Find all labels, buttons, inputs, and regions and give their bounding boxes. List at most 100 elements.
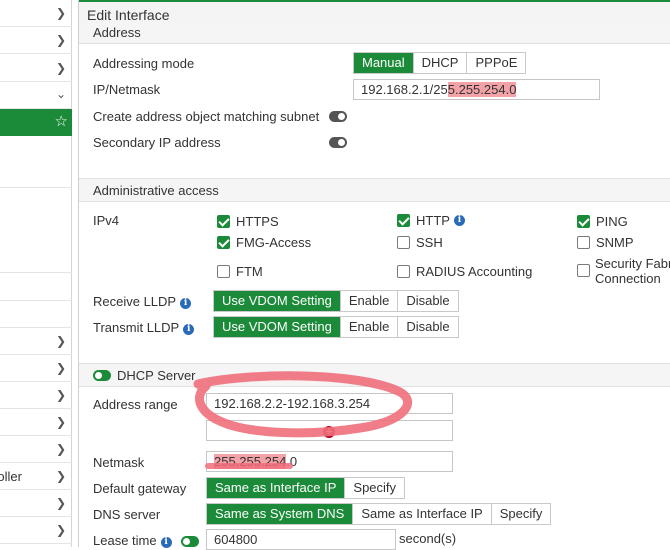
info-icon[interactable]: i [453, 215, 465, 226]
ssh-label: SSH [416, 235, 443, 250]
http-checkbox[interactable] [397, 214, 410, 227]
chevron-right-icon: ❯ [55, 6, 66, 20]
dns-specify-button[interactable]: Specify [491, 504, 551, 524]
add-range-icon[interactable]: + [323, 426, 335, 438]
dns-same-as-system-button[interactable]: Same as System DNS [207, 504, 354, 524]
chevron-right-icon: ❯ [55, 415, 66, 429]
secondary-ip-label: Secondary IP address [93, 135, 221, 150]
ping-label: PING [596, 214, 628, 229]
sidebar-item[interactable]: ⌄ [0, 82, 72, 109]
mode-manual-button[interactable]: Manual [354, 53, 414, 73]
netmask-value: .0 [286, 454, 298, 469]
lease-time-value: 604800 [214, 532, 258, 547]
https-checkbox-row[interactable]: HTTPS [217, 214, 279, 229]
mode-dhcp-button[interactable]: DHCP [413, 53, 468, 73]
ftm-checkbox[interactable] [217, 265, 230, 278]
sidebar-item-label: oller [0, 469, 22, 484]
ping-checkbox[interactable] [577, 215, 590, 228]
star-icon[interactable]: ☆ [55, 112, 68, 130]
snmp-checkbox-row[interactable]: SNMP [577, 235, 634, 250]
ssh-checkbox-row[interactable]: SSH [397, 235, 443, 250]
ssh-checkbox[interactable] [397, 236, 410, 249]
addressing-mode-label: Addressing mode [93, 56, 195, 71]
security-fabric-checkbox-row[interactable] [577, 264, 596, 277]
transmit-lldp-vdom-button[interactable]: Use VDOM Setting [214, 317, 341, 337]
sidebar-item[interactable] [0, 188, 72, 273]
radius-accounting-checkbox-row[interactable]: RADIUS Accounting [397, 264, 532, 279]
mode-pppoe-button[interactable]: PPPoE [467, 53, 526, 73]
security-fabric-label: Security Fabr [595, 256, 670, 271]
sidebar-item[interactable]: ❯ [0, 54, 72, 82]
dns-server-label: DNS server [93, 507, 161, 522]
transmit-lldp-selector: Use VDOM Setting Enable Disable [213, 316, 459, 338]
gateway-same-as-interface-button[interactable]: Same as Interface IP [207, 478, 346, 498]
fmg-access-checkbox-row[interactable]: FMG-Access [217, 235, 311, 250]
receive-lldp-label: Receive LLDP i [93, 294, 192, 309]
chevron-right-icon: ❯ [55, 61, 66, 75]
address-range-input[interactable]: 192.168.2.2-192.168.3.254 [206, 393, 453, 414]
sidebar-item[interactable]: ❯ [0, 27, 72, 54]
ipv4-label: IPv4 [93, 213, 120, 228]
ping-checkbox-row[interactable]: PING [577, 214, 628, 229]
chevron-right-icon: ❯ [55, 33, 66, 47]
edit-interface-panel: Edit Interface Address Addressing mode M… [78, 0, 670, 550]
sidebar: ❯ ❯ ❯ ⌄ ☆ ❯ ❯ ❯ ❯ ❯ ❯ oller ❯ ❯ [0, 0, 72, 547]
chevron-right-icon: ❯ [55, 361, 66, 375]
ftm-label: FTM [236, 264, 263, 279]
ip-netmask-highlight: 5.255.254.0 [447, 82, 517, 97]
fmg-access-label: FMG-Access [236, 235, 312, 250]
address-section-header: Address [79, 22, 670, 44]
sidebar-item[interactable]: ❯ [0, 409, 72, 436]
chevron-down-icon: ⌄ [55, 87, 66, 101]
address-range-label: Address range [93, 397, 178, 412]
default-gateway-selector: Same as Interface IP Specify [206, 477, 406, 499]
transmit-lldp-disable-button[interactable]: Disable [398, 317, 458, 337]
security-fabric-label-line2: Connection [595, 271, 661, 286]
dns-same-as-interface-button[interactable]: Same as Interface IP [353, 504, 492, 524]
chevron-right-icon: ❯ [55, 388, 66, 402]
lease-time-toggle[interactable] [181, 536, 199, 547]
sidebar-item[interactable]: ❯ [0, 355, 72, 382]
sidebar-item[interactable]: ❯ [0, 382, 72, 409]
sidebar-item[interactable] [0, 301, 72, 328]
sidebar-item[interactable] [0, 136, 72, 188]
snmp-label: SNMP [596, 235, 634, 250]
receive-lldp-disable-button[interactable]: Disable [398, 291, 458, 311]
info-icon[interactable]: i [180, 298, 192, 309]
addressing-mode-selector: Manual DHCP PPPoE [353, 52, 527, 74]
https-label: HTTPS [236, 214, 279, 229]
radius-accounting-checkbox[interactable] [397, 265, 410, 278]
sidebar-item[interactable]: ❯ [0, 328, 72, 355]
sidebar-item[interactable] [0, 273, 72, 301]
snmp-checkbox[interactable] [577, 236, 590, 249]
sidebar-item-active[interactable]: ☆ [0, 109, 72, 136]
info-icon[interactable]: i [183, 324, 195, 335]
gateway-specify-button[interactable]: Specify [345, 478, 405, 498]
ftm-checkbox-row[interactable]: FTM [217, 264, 263, 279]
http-checkbox-row[interactable]: HTTP i [397, 213, 465, 228]
http-label: HTTP [416, 213, 450, 228]
ip-netmask-value: 192.168.2.1/25 [361, 82, 448, 97]
security-fabric-checkbox[interactable] [577, 264, 590, 277]
fmg-access-checkbox[interactable] [217, 236, 230, 249]
netmask-input[interactable]: 255.255.254.0 [206, 451, 453, 472]
ip-netmask-input[interactable]: 192.168.2.1/255.255.254.0 [353, 79, 600, 100]
chevron-right-icon: ❯ [55, 442, 66, 456]
transmit-lldp-enable-button[interactable]: Enable [340, 317, 399, 337]
ip-netmask-label: IP/Netmask [93, 82, 161, 97]
create-address-object-toggle[interactable] [329, 111, 347, 122]
secondary-ip-toggle[interactable] [329, 137, 347, 148]
dhcp-server-toggle[interactable] [93, 370, 111, 381]
sidebar-item[interactable]: ❯ [0, 436, 72, 463]
https-checkbox[interactable] [217, 215, 230, 228]
sidebar-item[interactable]: ❯ [0, 0, 72, 27]
sidebar-item[interactable]: ❯ [0, 517, 72, 544]
netmask-label: Netmask [93, 455, 145, 470]
receive-lldp-vdom-button[interactable]: Use VDOM Setting [214, 291, 341, 311]
netmask-highlight: 255.255.254 [214, 454, 287, 469]
chevron-right-icon: ❯ [55, 469, 66, 483]
sidebar-item[interactable]: ❯ [0, 490, 72, 517]
admin-access-section-title: Administrative access [93, 183, 219, 198]
info-icon[interactable]: i [160, 537, 172, 548]
receive-lldp-enable-button[interactable]: Enable [340, 291, 399, 311]
